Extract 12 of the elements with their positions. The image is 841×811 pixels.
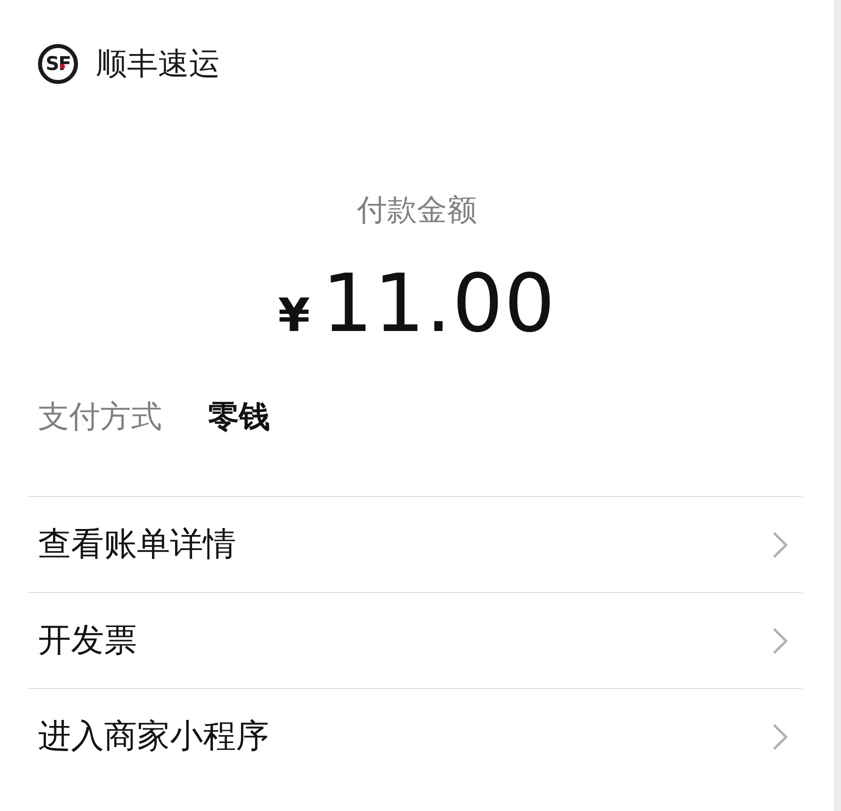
merchant-name: 顺丰速运 [96,45,220,84]
chevron-icon [772,722,788,750]
action-row[interactable]: 开发票 [28,592,802,688]
currency-symbol: ¥ [278,288,310,342]
payment-method-label: 支付方式 [38,398,162,437]
chevron-icon [772,530,788,558]
payment-method-value: 零钱 [208,398,270,437]
action-row[interactable]: 查看账单详情 [28,496,802,592]
payment-label: 付款金额 [357,192,477,230]
action-row[interactable]: 进入商家小程序 [28,688,802,784]
chevron-icon [772,626,788,654]
payment-amount: 11.00 [322,257,556,350]
